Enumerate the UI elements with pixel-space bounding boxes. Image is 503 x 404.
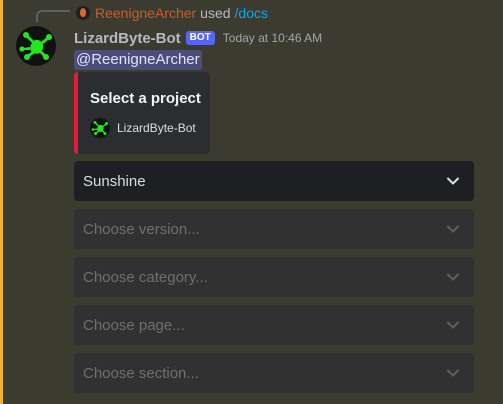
reply-username[interactable]: ReenigneArcher [95, 5, 196, 21]
page-select[interactable]: Choose page... [74, 305, 474, 345]
message-container: ReenigneArcher used /docs LizardByte-Bot… [0, 0, 503, 404]
message-header: LizardByte-Bot BOT Today at 10:46 AM [74, 28, 322, 48]
version-select[interactable]: Choose version... [74, 209, 474, 249]
lizard-logo-icon [19, 32, 52, 60]
select-placeholder: Choose category... [83, 268, 208, 286]
select-placeholder: Choose section... [83, 364, 199, 382]
bot-username[interactable]: LizardByte-Bot [74, 30, 181, 47]
select-placeholder: Choose version... [83, 220, 200, 238]
embed-footer-text: LizardByte-Bot [117, 121, 196, 135]
chevron-down-icon [447, 369, 459, 377]
chevron-down-icon [447, 273, 459, 281]
reply-connector [36, 10, 70, 22]
select-value: Sunshine [83, 172, 146, 190]
embed-footer: LizardByte-Bot [90, 118, 196, 138]
chevron-down-icon [447, 225, 459, 233]
mention-highlight-bar [0, 0, 3, 404]
reply-avatar-icon[interactable] [76, 6, 90, 20]
embed-card: Select a project LizardByte-Bot [74, 72, 210, 154]
section-select[interactable]: Choose section... [74, 353, 474, 393]
reply-context[interactable]: ReenigneArcher used /docs [76, 4, 268, 22]
project-select[interactable]: Sunshine [74, 161, 474, 201]
bot-tag-badge: BOT [185, 31, 215, 45]
bot-avatar[interactable] [16, 26, 56, 66]
message-timestamp: Today at 10:46 AM [222, 31, 323, 45]
category-select[interactable]: Choose category... [74, 257, 474, 297]
footer-lizard-icon [90, 118, 110, 138]
chevron-down-icon [447, 321, 459, 329]
chevron-down-icon [447, 177, 459, 185]
user-mention[interactable]: @ReenigneArcher [74, 50, 202, 70]
reply-command-link[interactable]: /docs [235, 5, 268, 21]
embed-title: Select a project [90, 90, 201, 107]
reply-used-label: used [200, 5, 231, 21]
select-placeholder: Choose page... [83, 316, 185, 334]
